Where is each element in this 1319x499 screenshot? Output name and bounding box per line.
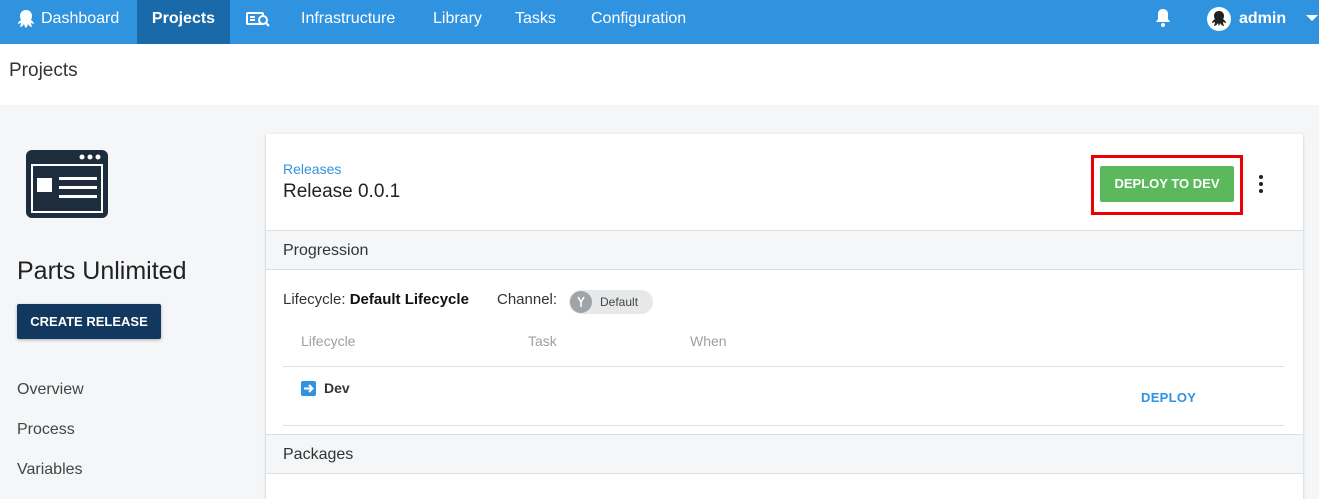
nav-library[interactable]: Library (433, 0, 482, 44)
deploy-link[interactable]: DEPLOY (1141, 390, 1196, 405)
nav-infrastructure[interactable]: Infrastructure (301, 0, 395, 44)
page-header: Projects (0, 44, 1319, 105)
sidebar-item-overview[interactable]: Overview (17, 381, 84, 399)
channel-fork-icon (570, 291, 592, 313)
sidebar-item-variables[interactable]: Variables (17, 461, 83, 479)
divider (283, 366, 1284, 367)
channel-value: Default (600, 295, 639, 309)
nav-tasks[interactable]: Tasks (515, 0, 556, 44)
infrastructure-icon[interactable] (246, 0, 270, 44)
lifecycle-label: Lifecycle: (283, 291, 346, 308)
channel-chip: Default (569, 290, 653, 314)
user-name[interactable]: admin (1239, 0, 1286, 38)
progression-heading: Progression (283, 242, 369, 259)
release-card: Releases Release 0.0.1 DEPLOY TO DEV Pro… (266, 134, 1303, 499)
top-nav: Dashboard Projects Infrastructure Librar… (0, 0, 1319, 44)
page-title: Projects (9, 60, 78, 81)
nav-dashboard-label: Dashboard (41, 10, 120, 27)
column-header-lifecycle: Lifecycle (301, 333, 356, 349)
progression-header: Progression (266, 230, 1303, 270)
sidebar-item-process[interactable]: Process (17, 421, 75, 439)
environment-dev: Dev (324, 380, 350, 396)
octopus-icon (18, 10, 34, 28)
arrow-right-icon (301, 381, 316, 396)
release-title: Release 0.0.1 (283, 181, 401, 202)
nav-projects[interactable]: Projects (137, 0, 230, 44)
bell-icon[interactable] (1154, 8, 1172, 28)
more-options-icon[interactable] (1259, 175, 1265, 195)
column-header-when: When (690, 333, 727, 349)
lifecycle-value: Default Lifecycle (349, 291, 469, 308)
caret-down-icon[interactable] (1306, 15, 1318, 21)
project-name: Parts Unlimited (17, 257, 187, 285)
packages-heading: Packages (283, 446, 354, 463)
project-logo-icon (26, 150, 108, 218)
divider (283, 425, 1284, 426)
create-release-button[interactable]: CREATE RELEASE (17, 304, 161, 339)
nav-configuration[interactable]: Configuration (591, 0, 686, 44)
deploy-to-dev-button[interactable]: DEPLOY TO DEV (1100, 166, 1234, 202)
avatar[interactable] (1207, 7, 1231, 31)
column-header-task: Task (528, 333, 557, 349)
lifecycle-info: Lifecycle: Default Lifecycle (283, 291, 469, 308)
breadcrumb[interactable]: Releases (283, 161, 341, 177)
nav-dashboard[interactable]: Dashboard (0, 0, 135, 44)
packages-header: Packages (266, 434, 1303, 474)
channel-label: Channel: (497, 291, 558, 308)
